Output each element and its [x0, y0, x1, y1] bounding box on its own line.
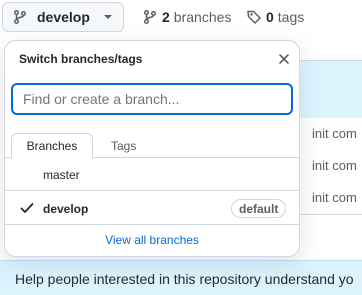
file-row: init com — [300, 182, 362, 215]
latest-commit-box — [300, 60, 362, 120]
branch-search-input[interactable] — [11, 83, 293, 115]
check-icon — [20, 201, 34, 215]
repo-toolbar: develop 2 branches 0 tags — [0, 0, 362, 36]
tags-count-link[interactable]: 0 tags — [246, 8, 304, 26]
branch-name: develop — [43, 202, 89, 216]
tags-label: tags — [277, 9, 305, 25]
tab-tags[interactable]: Tags — [111, 137, 136, 155]
file-row: init com — [300, 118, 362, 151]
tab-tags-label: Tags — [111, 139, 137, 153]
branch-item-develop[interactable]: develop default — [5, 191, 299, 225]
branches-label: branches — [173, 9, 232, 25]
dropdown-title: Switch branches/tags — [19, 52, 143, 66]
repo-page: develop 2 branches 0 tags init com init … — [0, 0, 362, 295]
branch-select-button[interactable]: develop — [2, 2, 124, 32]
branches-count: 2 — [162, 9, 170, 25]
tag-icon — [247, 10, 261, 24]
close-icon[interactable] — [277, 52, 291, 66]
tab-branches-label: Branches — [26, 139, 78, 153]
dropdown-header: Switch branches/tags — [5, 41, 299, 75]
readme-help-banner: Help people interested in this repositor… — [0, 260, 362, 295]
git-branch-icon — [143, 9, 157, 25]
view-all-branches-link[interactable]: View all branches — [5, 233, 299, 251]
help-banner-text: Help people interested in this repositor… — [15, 271, 354, 287]
branch-item-master[interactable]: master — [5, 158, 299, 191]
commit-message[interactable]: init com — [312, 126, 357, 141]
branch-switcher-dropdown: Switch branches/tags Branches Tags maste… — [4, 40, 300, 257]
default-badge: default — [231, 199, 287, 218]
view-all-branches-label: View all branches — [105, 233, 199, 247]
file-row: init com — [300, 150, 362, 183]
divider — [300, 214, 362, 215]
commit-message[interactable]: init com — [312, 190, 357, 205]
chevron-down-icon — [103, 12, 113, 22]
git-branch-icon — [12, 9, 28, 25]
tags-count: 0 — [266, 9, 274, 25]
current-branch-label: develop — [37, 9, 90, 25]
tab-branches[interactable]: Branches — [11, 133, 93, 158]
commit-message[interactable]: init com — [312, 158, 357, 173]
branch-name: master — [43, 168, 80, 182]
branches-count-link[interactable]: 2 branches — [142, 8, 231, 26]
